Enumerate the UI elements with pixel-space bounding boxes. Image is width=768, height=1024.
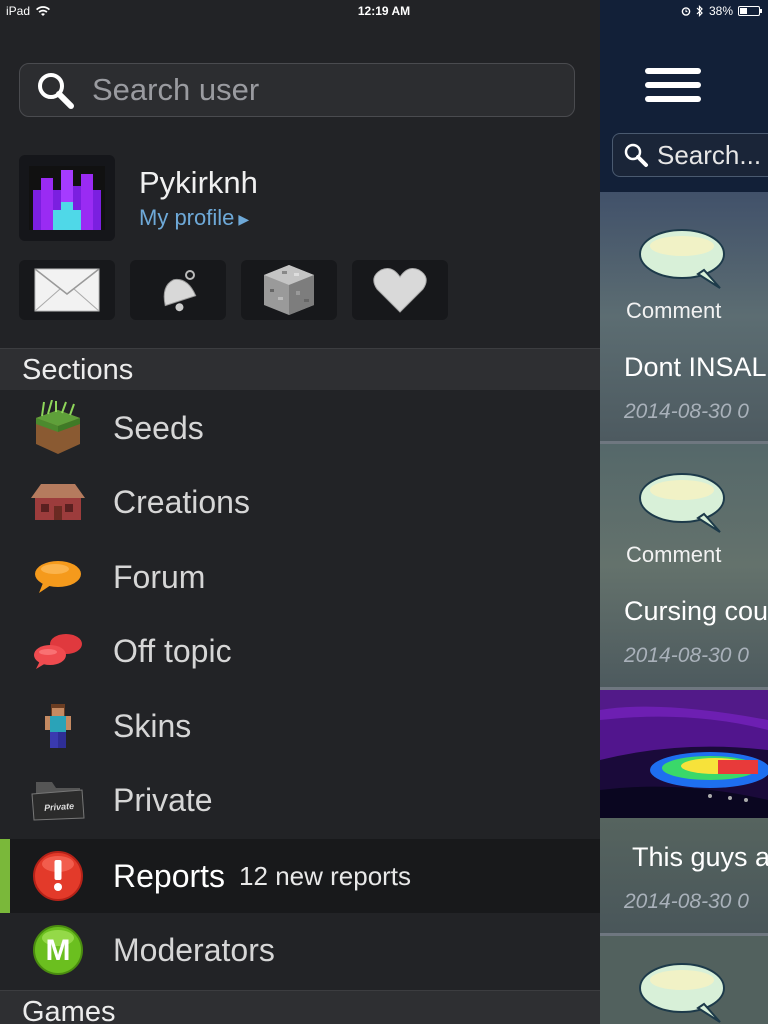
stone-block-icon bbox=[264, 265, 314, 315]
svg-text:Private: Private bbox=[44, 801, 75, 813]
nav-label-reports: Reports bbox=[113, 857, 226, 894]
nav-label-seeds: Seeds bbox=[113, 409, 204, 446]
games-header: Games bbox=[0, 990, 600, 1024]
post-card[interactable]: Comment Cursing cou 2014-08-30 0 bbox=[600, 444, 768, 690]
nav-item-forum[interactable]: Forum bbox=[0, 540, 600, 614]
grass-block-icon bbox=[28, 398, 88, 458]
search-icon bbox=[624, 143, 648, 167]
sections-header: Sections bbox=[0, 348, 600, 390]
post-date: 2014-08-30 0 bbox=[624, 890, 749, 913]
comment-bubble-icon bbox=[639, 473, 725, 533]
search-icon bbox=[38, 73, 74, 109]
battery-icon bbox=[738, 6, 762, 16]
content-search-placeholder: Search... bbox=[657, 139, 762, 170]
messages-button[interactable] bbox=[19, 260, 115, 320]
comment-bubble-icon bbox=[639, 229, 725, 289]
status-time: 12:19 AM bbox=[357, 4, 411, 18]
envelope-icon bbox=[34, 268, 100, 312]
content-search-field[interactable]: Search... bbox=[612, 133, 768, 177]
nav-item-skins[interactable]: Skins bbox=[0, 689, 600, 763]
bluetooth-icon bbox=[696, 5, 703, 17]
post-date: 2014-08-30 0 bbox=[624, 644, 749, 667]
post-title: This guys a bbox=[632, 842, 768, 872]
nav-label-creations: Creations bbox=[113, 483, 250, 520]
post-title: Dont INSAL bbox=[624, 352, 767, 382]
alert-icon bbox=[28, 846, 88, 906]
nav-label-forum: Forum bbox=[113, 558, 206, 595]
bell-icon bbox=[163, 270, 197, 312]
content-header: Search... bbox=[600, 0, 768, 192]
nav-item-off-topic[interactable]: Off topic bbox=[0, 614, 600, 688]
post-date: 2014-08-30 0 bbox=[624, 400, 749, 423]
my-profile-label: My profile bbox=[139, 205, 235, 230]
post-card[interactable]: This guys a 2014-08-30 0 bbox=[600, 690, 768, 936]
notifications-button[interactable] bbox=[130, 260, 226, 320]
double-bubble-icon bbox=[28, 621, 88, 681]
post-type: Comment bbox=[626, 298, 722, 323]
blocks-button[interactable] bbox=[241, 260, 337, 320]
quick-actions bbox=[19, 260, 448, 320]
favorites-button[interactable] bbox=[352, 260, 448, 320]
profile-name: Pykirknh bbox=[139, 165, 258, 200]
nav-label-skins: Skins bbox=[113, 707, 192, 744]
battery-percent: 38% bbox=[708, 4, 733, 18]
house-icon bbox=[28, 472, 88, 532]
status-bar: iPad 12:19 AM 38% bbox=[0, 0, 768, 22]
play-arrow-icon: ▶ bbox=[238, 210, 250, 227]
nav-item-moderators[interactable]: M Moderators bbox=[0, 913, 600, 987]
user-search-placeholder: Search user bbox=[92, 72, 260, 107]
nav-label-private: Private bbox=[113, 781, 213, 818]
avatar[interactable] bbox=[19, 155, 115, 241]
purple-flame-avatar-icon bbox=[29, 166, 105, 230]
reports-count-text: 12 new reports bbox=[239, 860, 412, 891]
side-drawer: Search user Pykirknh My profile ▶ Sectio… bbox=[0, 0, 600, 1024]
menu-icon[interactable] bbox=[645, 68, 701, 110]
app-root: iPad 12:19 AM 38% Search user Pykirknh M… bbox=[0, 0, 768, 1024]
alarm-icon bbox=[681, 7, 691, 16]
user-search-field[interactable]: Search user bbox=[19, 63, 575, 117]
comment-bubble-icon bbox=[639, 963, 725, 1023]
speech-bubble-icon bbox=[28, 547, 88, 607]
nav-label-moderators: Moderators bbox=[113, 931, 275, 968]
nav-item-reports[interactable]: Reports 12 new reports bbox=[0, 839, 600, 913]
private-folder-icon: Private bbox=[28, 770, 88, 830]
nav-item-seeds[interactable]: Seeds bbox=[0, 391, 600, 465]
post-thumbnail bbox=[600, 690, 768, 818]
post-title: Cursing cou bbox=[624, 596, 768, 626]
moderator-m-icon: M bbox=[28, 920, 88, 980]
post-type: Comment bbox=[626, 542, 722, 567]
nav-item-private[interactable]: Private Private bbox=[0, 763, 600, 837]
heart-icon bbox=[373, 268, 427, 313]
svg-text:M: M bbox=[46, 934, 71, 967]
my-profile-link[interactable]: My profile ▶ bbox=[139, 205, 258, 231]
character-icon bbox=[28, 696, 88, 756]
profile-row: Pykirknh My profile ▶ bbox=[19, 155, 258, 241]
nav-item-creations[interactable]: Creations bbox=[0, 465, 600, 539]
post-card[interactable]: Comment Dont INSAL 2014-08-30 0 bbox=[600, 192, 768, 444]
content-panel: Search... Comment Dont INSAL 2014-08-30 … bbox=[600, 0, 768, 1024]
nav-label-off-topic: Off topic bbox=[113, 632, 232, 669]
post-card[interactable] bbox=[600, 936, 768, 1024]
